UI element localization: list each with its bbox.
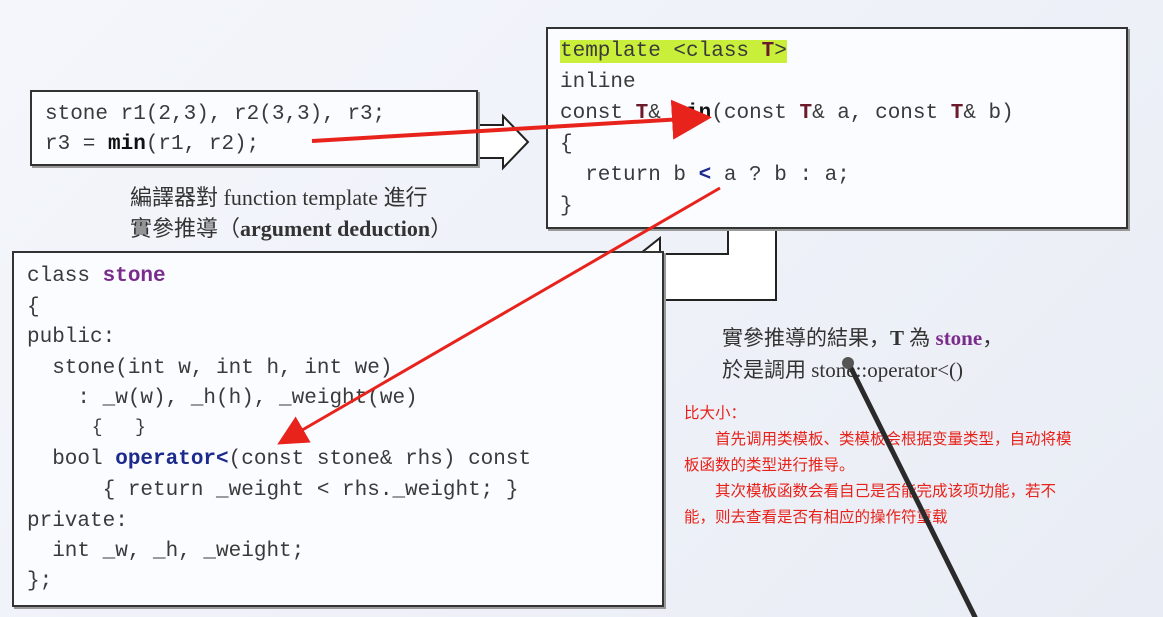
code-line-open-brace: {	[560, 133, 573, 156]
red-note-para1-line2: 板函数的类型进行推导。	[684, 456, 855, 474]
deduction-result-caption: 實參推導的結果，T 為 stone， 於是調用 stone::operator<…	[722, 322, 1003, 386]
code-line-public: public:	[27, 326, 116, 349]
code-line-inline: inline	[560, 71, 636, 94]
red-annotation-note: 比大小： 首先调用类模板、类模板会根据变量类型，自动将模 板函数的类型进行推导。…	[684, 400, 1162, 530]
red-note-para1-line1: 首先调用类模板、类模板会根据变量类型，自动将模	[684, 430, 1072, 448]
deduction-caption-line2: 實參推導（argument deduction）	[130, 216, 453, 241]
code-line-template: template <class T>	[560, 40, 787, 63]
code-line-ctor: stone(int w, int h, int we)	[27, 357, 393, 380]
deduction-result-line1: 實參推導的結果，T 為 stone，	[722, 326, 1004, 350]
code-line-class-close: };	[27, 570, 53, 593]
code-line-private: private:	[27, 510, 128, 533]
code-line-operator: bool operator<(const stone& rhs) const	[27, 448, 532, 471]
deduction-result-line2: 於是調用 stone::operator<()	[722, 358, 964, 382]
code-line-declare: stone r1(2,3), r2(3,3), r3;	[45, 103, 386, 126]
code-line-signature: const T& min(const T& a, const T& b)	[560, 102, 1014, 125]
code-line-ctor-body: { }	[27, 418, 146, 438]
code-line-operator-body: { return _weight < rhs._weight; }	[27, 479, 519, 502]
code-line-class: class stone	[27, 265, 166, 288]
code-line-members: int _w, _h, _weight;	[27, 540, 305, 563]
class-stone-code-box: class stone { public: stone(int w, int h…	[12, 251, 664, 607]
deduction-caption-line1: 編譯器對 function template 進行	[130, 185, 428, 210]
call-site-code-box: stone r1(2,3), r2(3,3), r3; r3 = min(r1,…	[30, 90, 478, 166]
code-line-init-list: : _w(w), _h(h), _weight(we)	[27, 387, 418, 410]
code-line-call: r3 = min(r1, r2);	[45, 133, 260, 156]
code-line-return: return b < a ? b : a;	[560, 164, 850, 187]
red-note-para2-line1: 其次模板函数会看自己是否能完成该项功能，若不	[684, 482, 1057, 500]
deduction-caption: 編譯器對 function template 進行 實參推導（argument …	[130, 182, 452, 244]
red-note-para2-line2: 能，则去查看是否有相应的操作符重载	[684, 508, 948, 526]
code-line-close-brace: }	[560, 195, 573, 218]
function-template-code-box: template <class T> inline const T& min(c…	[546, 27, 1128, 229]
code-line-class-open: {	[27, 296, 40, 319]
red-note-title: 比大小：	[684, 404, 747, 422]
